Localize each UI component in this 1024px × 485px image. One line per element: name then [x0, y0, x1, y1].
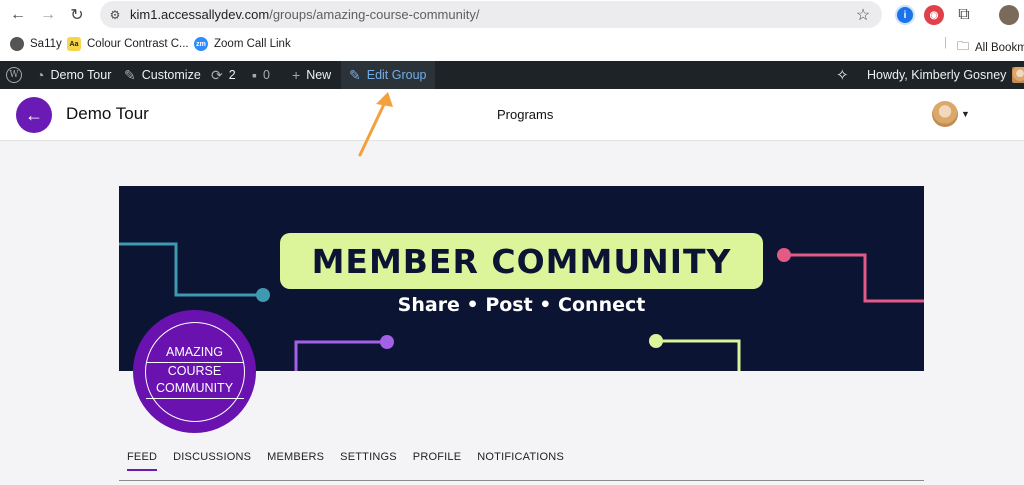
group-avatar: AMAZING COURSE COMMUNITY: [133, 310, 256, 433]
reload-icon[interactable]: ↻: [66, 4, 88, 26]
divider: [119, 480, 924, 481]
annotation-arrow: [358, 92, 393, 157]
zoom-icon: zm: [194, 37, 208, 51]
tab-settings[interactable]: SETTINGS: [340, 451, 397, 471]
arrow-left-icon: ←: [25, 104, 43, 125]
dashboard-icon: ◔: [36, 67, 45, 83]
ai-sparkle-icon[interactable]: ✧: [836, 61, 849, 89]
chevron-down-icon[interactable]: ▼: [961, 109, 970, 119]
comment-icon: ▪: [252, 67, 257, 83]
bookmark-zoom[interactable]: zm Zoom Call Link: [194, 37, 291, 51]
forward-icon[interactable]: →: [37, 4, 59, 26]
site-title[interactable]: Demo Tour: [66, 104, 149, 124]
group-avatar-line: COURSE: [167, 364, 222, 378]
tab-notifications[interactable]: NOTIFICATIONS: [477, 451, 564, 471]
programs-link[interactable]: Programs: [497, 107, 553, 122]
url-text[interactable]: kim1.accessallydev.com/groups/amazing-co…: [130, 7, 479, 22]
bookmark-sa11y[interactable]: Sa11y: [10, 37, 62, 51]
puzzle-icon[interactable]: ⧉: [953, 4, 975, 26]
sa11y-icon: [10, 37, 24, 51]
back-button[interactable]: ←: [16, 97, 52, 133]
tab-discussions[interactable]: DISCUSSIONS: [173, 451, 251, 471]
group-avatar-line: AMAZING: [145, 344, 244, 363]
group-avatar-line: COMMUNITY: [145, 380, 244, 399]
divider: |: [944, 37, 947, 49]
all-bookmarks[interactable]: 🗀 All Bookm: [957, 37, 1024, 58]
user-avatar: [1012, 67, 1024, 83]
star-icon[interactable]: ☆: [852, 4, 874, 26]
extension-icon[interactable]: ◉: [924, 5, 944, 25]
bookmarks-bar: Sa11y Aa Colour Contrast C... zm Zoom Ca…: [0, 30, 1024, 61]
edit-group-link[interactable]: ✎ Edit Group: [341, 61, 435, 89]
tab-members[interactable]: MEMBERS: [267, 451, 324, 471]
back-icon[interactable]: ←: [7, 4, 29, 26]
new-content-link[interactable]: + New: [292, 61, 331, 89]
wp-admin-bar: W ◔ Demo Tour ✎ Customize ⟳ 2 ▪ 0 + New …: [0, 61, 1024, 89]
extension-icon[interactable]: i: [895, 5, 915, 25]
account-menu[interactable]: Howdy, Kimberly Gosney: [867, 61, 1024, 89]
bookmark-colour-contrast[interactable]: Aa Colour Contrast C...: [67, 37, 189, 51]
user-avatar[interactable]: [932, 101, 958, 127]
plus-icon: +: [292, 67, 301, 83]
cover-tagline: Share • Post • Connect: [397, 294, 646, 316]
pencil-icon: ✎: [349, 66, 361, 83]
tab-feed[interactable]: FEED: [127, 451, 158, 471]
comments-link[interactable]: ▪ 0: [252, 61, 270, 89]
wordpress-logo-icon[interactable]: W: [6, 61, 22, 89]
admin-site-link[interactable]: ◔ Demo Tour: [36, 61, 111, 89]
browser-toolbar: ← → ↻ ⚙ kim1.accessallydev.com/groups/am…: [0, 0, 1024, 30]
cover-title: MEMBER COMMUNITY: [280, 233, 763, 289]
profile-avatar[interactable]: [999, 5, 1019, 25]
group-header: ← Demo Tour Programs ▼: [0, 89, 1024, 141]
tab-profile[interactable]: PROFILE: [413, 451, 461, 471]
folder-icon: 🗀: [957, 39, 970, 53]
site-info-icon[interactable]: ⚙: [104, 4, 126, 26]
contrast-icon: Aa: [67, 37, 81, 51]
customize-link[interactable]: ✎ Customize: [124, 61, 201, 89]
brush-icon: ✎: [124, 66, 136, 83]
group-tabs: FEED DISCUSSIONS MEMBERS SETTINGS PROFIL…: [127, 451, 564, 471]
updates-icon: ⟳: [211, 66, 223, 83]
updates-link[interactable]: ⟳ 2: [211, 61, 236, 89]
